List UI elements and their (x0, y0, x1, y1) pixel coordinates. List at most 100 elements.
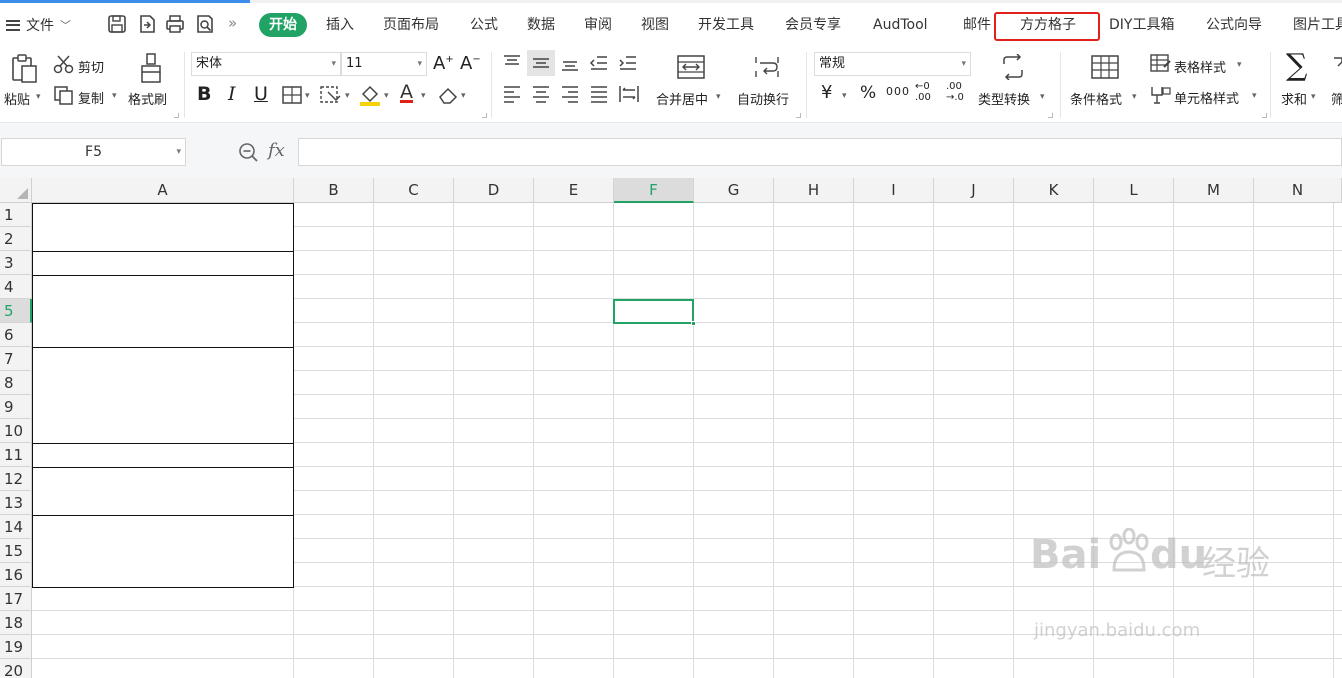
row-header-6[interactable]: 6 (0, 323, 32, 347)
table-style-button[interactable]: 表格样式 (1174, 57, 1226, 76)
row-header-14[interactable]: 14 (0, 515, 32, 539)
decrease-decimal-button[interactable]: .00 →.0 (946, 81, 964, 103)
file-menu[interactable]: 文件 ﹀ (6, 14, 71, 36)
column-header-e[interactable]: E (534, 178, 614, 203)
save-icon[interactable] (106, 13, 128, 35)
tab-page-layout[interactable]: 页面布局 (383, 11, 439, 39)
insert-function-button[interactable]: fx (268, 140, 285, 161)
row-header-11[interactable]: 11 (0, 443, 32, 467)
column-header-f[interactable]: F (614, 178, 694, 203)
chevron-down-icon[interactable]: ▾ (345, 91, 350, 101)
row-header-1[interactable]: 1 (0, 203, 32, 227)
selected-cell-f5[interactable] (613, 299, 696, 326)
decrease-indent-icon[interactable] (589, 54, 609, 72)
spreadsheet-grid[interactable]: A B C D E F G H I J K L M N 1 2 3 4 5 6 … (0, 178, 1342, 678)
chevron-down-icon[interactable]: ▾ (1040, 92, 1045, 102)
group-launcher-icon[interactable] (1048, 113, 1053, 118)
name-box[interactable]: F5 ▾ (1, 138, 186, 166)
chevron-down-icon[interactable]: ▾ (1132, 92, 1137, 102)
group-launcher-icon[interactable] (482, 113, 487, 118)
column-header-n[interactable]: N (1254, 178, 1342, 203)
decrease-font-icon[interactable]: A− (460, 53, 481, 74)
eraser-icon[interactable] (437, 85, 459, 105)
column-header-i[interactable]: I (854, 178, 934, 203)
chevron-down-icon[interactable]: ▾ (1252, 91, 1257, 101)
chevron-down-icon[interactable]: ▾ (305, 91, 310, 101)
more-commands-icon[interactable]: » (228, 14, 237, 32)
print-preview-icon[interactable] (194, 13, 216, 35)
row-header-17[interactable]: 17 (0, 587, 32, 611)
row-header-13[interactable]: 13 (0, 491, 32, 515)
italic-button[interactable]: I (228, 83, 236, 105)
row-header-9[interactable]: 9 (0, 395, 32, 419)
merged-cell-a12-a13[interactable] (32, 467, 294, 516)
zoom-search-icon[interactable] (238, 142, 260, 164)
merged-cell-a1-a2[interactable] (32, 203, 294, 252)
align-center-icon[interactable] (531, 85, 551, 103)
merged-cell-a3[interactable] (32, 251, 294, 276)
chevron-down-icon[interactable]: ▾ (716, 92, 721, 102)
row-header-8[interactable]: 8 (0, 371, 32, 395)
justify-icon[interactable] (589, 85, 609, 103)
type-convert-button[interactable]: 类型转换 (978, 89, 1030, 108)
column-header-j[interactable]: J (934, 178, 1014, 203)
export-pdf-icon[interactable] (136, 13, 158, 35)
column-header-d[interactable]: D (454, 178, 534, 203)
tab-diy-toolbox[interactable]: DIY工具箱 (1109, 11, 1174, 39)
row-header-2[interactable]: 2 (0, 227, 32, 251)
cell-style-button[interactable]: 单元格样式 (1174, 88, 1239, 107)
chevron-down-icon[interactable]: ▾ (842, 91, 847, 101)
column-header-h[interactable]: H (774, 178, 854, 203)
bold-button[interactable]: B (197, 83, 211, 105)
column-header-l[interactable]: L (1094, 178, 1174, 203)
font-size-select[interactable]: 11 ▾ (341, 52, 427, 76)
chevron-down-icon[interactable]: ▾ (421, 91, 426, 101)
chevron-down-icon[interactable]: ▾ (1237, 60, 1242, 70)
merged-cell-a14-a16[interactable] (32, 515, 294, 588)
row-header-20[interactable]: 20 (0, 659, 32, 678)
column-header-c[interactable]: C (374, 178, 454, 203)
merged-cell-a7-a10[interactable] (32, 347, 294, 444)
tab-insert[interactable]: 插入 (326, 11, 354, 39)
tab-developer[interactable]: 开发工具 (698, 11, 754, 39)
row-header-18[interactable]: 18 (0, 611, 32, 635)
increase-decimal-button[interactable]: ←0 .00 (915, 81, 931, 103)
borders-icon[interactable] (282, 86, 302, 104)
paste-icon[interactable] (10, 52, 40, 84)
tab-member[interactable]: 会员专享 (785, 11, 841, 39)
chevron-down-icon[interactable]: ▾ (1311, 92, 1316, 102)
distributed-align-icon[interactable] (618, 85, 640, 103)
align-left-icon[interactable] (502, 85, 522, 103)
print-icon[interactable] (164, 13, 186, 35)
underline-button[interactable]: U (254, 83, 268, 105)
row-header-16[interactable]: 16 (0, 563, 32, 587)
currency-button[interactable]: ¥ (821, 82, 832, 103)
tab-mail[interactable]: 邮件 (963, 11, 991, 39)
row-header-10[interactable]: 10 (0, 419, 32, 443)
formula-input[interactable] (298, 138, 1342, 166)
copy-dropdown-icon[interactable]: ▾ (112, 91, 117, 101)
tab-view[interactable]: 视图 (641, 11, 669, 39)
cut-button[interactable]: 剪切 (78, 57, 104, 76)
number-format-select[interactable]: 常规 ▾ (814, 52, 971, 76)
select-all-corner[interactable] (0, 178, 32, 203)
tab-formulas[interactable]: 公式 (470, 11, 498, 39)
fill-handle[interactable] (691, 321, 696, 326)
tab-audtool[interactable]: AudTool (873, 11, 928, 39)
column-header-k[interactable]: K (1014, 178, 1094, 203)
tab-review[interactable]: 审阅 (584, 11, 612, 39)
copy-button[interactable]: 复制 (78, 88, 104, 107)
font-name-select[interactable]: 宋体 ▾ (191, 52, 341, 76)
increase-font-icon[interactable]: A+ (433, 53, 454, 74)
tab-data[interactable]: 数据 (527, 11, 555, 39)
thousands-separator-button[interactable]: 000 (886, 85, 910, 98)
column-header-b[interactable]: B (294, 178, 374, 203)
align-bottom-icon[interactable] (560, 54, 580, 72)
row-header-5[interactable]: 5 (0, 299, 32, 323)
group-launcher-icon[interactable] (796, 113, 801, 118)
row-header-7[interactable]: 7 (0, 347, 32, 371)
tab-formula-wizard[interactable]: 公式向导 (1206, 11, 1262, 39)
row-header-4[interactable]: 4 (0, 275, 32, 299)
column-header-a[interactable]: A (32, 178, 294, 203)
row-header-3[interactable]: 3 (0, 251, 32, 275)
